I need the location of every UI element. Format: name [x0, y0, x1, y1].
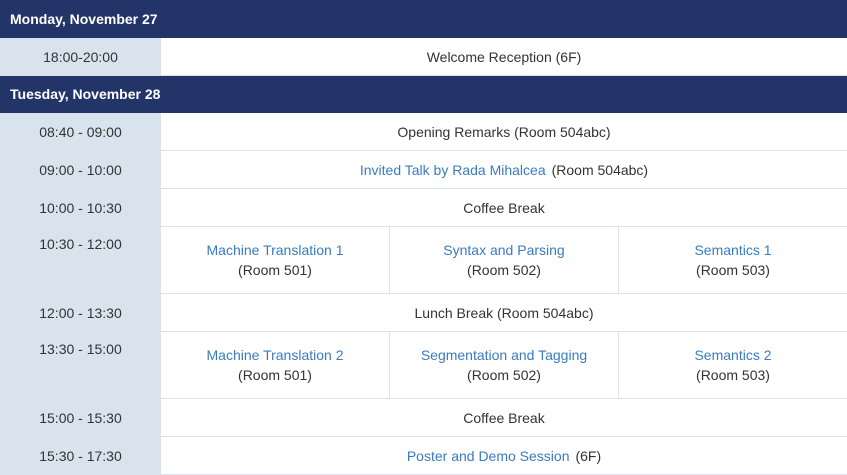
session-cell: Semantics 1 (Room 503): [619, 227, 847, 294]
session-link-segmentation-and-tagging[interactable]: Segmentation and Tagging: [421, 347, 587, 363]
event-cell: Welcome Reception (6F): [161, 38, 847, 76]
time-cell: 13:30 - 15:00: [1, 332, 161, 399]
schedule-row: 18:00-20:00 Welcome Reception (6F): [1, 38, 847, 76]
session-link-syntax-and-parsing[interactable]: Syntax and Parsing: [443, 242, 564, 258]
schedule-row: 12:00 - 13:30 Lunch Break (Room 504abc): [1, 294, 847, 332]
session-link-machine-translation-2[interactable]: Machine Translation 2: [207, 347, 344, 363]
time-cell: 12:00 - 13:30: [1, 294, 161, 332]
event-room: (6F): [575, 448, 601, 464]
session-room: (Room 501): [161, 262, 389, 278]
session-room: (Room 502): [390, 367, 618, 383]
session-room: (Room 503): [619, 367, 847, 383]
time-cell: 18:00-20:00: [1, 38, 161, 76]
event-cell: Lunch Break (Room 504abc): [161, 294, 847, 332]
schedule-row: 10:30 - 12:00 Machine Translation 1 (Roo…: [1, 227, 847, 294]
time-cell: 08:40 - 09:00: [1, 113, 161, 151]
day-header-row: Monday, November 27: [1, 1, 847, 38]
time-cell: 15:00 - 15:30: [1, 399, 161, 437]
time-cell: 10:00 - 10:30: [1, 189, 161, 227]
session-link-semantics-1[interactable]: Semantics 1: [694, 242, 771, 258]
event-cell: Invited Talk by Rada Mihalcea (Room 504ab…: [161, 151, 847, 189]
schedule-row: 15:00 - 15:30 Coffee Break: [1, 399, 847, 437]
event-cell: Poster and Demo Session (6F): [161, 437, 847, 475]
session-link-semantics-2[interactable]: Semantics 2: [694, 347, 771, 363]
schedule-row: 15:30 - 17:30 Poster and Demo Session (6F…: [1, 437, 847, 475]
day-header-tuesday: Tuesday, November 28: [1, 76, 847, 113]
session-cell: Semantics 2 (Room 503): [619, 332, 847, 399]
schedule-row: 09:00 - 10:00 Invited Talk by Rada Mihal…: [1, 151, 847, 189]
event-cell: Opening Remarks (Room 504abc): [161, 113, 847, 151]
session-cell: Syntax and Parsing (Room 502): [390, 227, 619, 294]
schedule-table: Monday, November 27 18:00-20:00 Welcome …: [0, 0, 847, 475]
event-cell: Coffee Break: [161, 399, 847, 437]
event-room: (Room 504abc): [552, 162, 649, 178]
session-room: (Room 502): [390, 262, 618, 278]
time-cell: 09:00 - 10:00: [1, 151, 161, 189]
poster-session-link[interactable]: Poster and Demo Session: [407, 448, 570, 464]
schedule-row: 13:30 - 15:00 Machine Translation 2 (Roo…: [1, 332, 847, 399]
time-cell: 15:30 - 17:30: [1, 437, 161, 475]
day-header-row: Tuesday, November 28: [1, 76, 847, 113]
event-cell: Coffee Break: [161, 189, 847, 227]
session-cell: Machine Translation 1 (Room 501): [161, 227, 390, 294]
session-link-machine-translation-1[interactable]: Machine Translation 1: [207, 242, 344, 258]
schedule-row: 10:00 - 10:30 Coffee Break: [1, 189, 847, 227]
time-cell: 10:30 - 12:00: [1, 227, 161, 294]
day-header-monday: Monday, November 27: [1, 1, 847, 38]
schedule-row: 08:40 - 09:00 Opening Remarks (Room 504a…: [1, 113, 847, 151]
invited-talk-link[interactable]: Invited Talk by Rada Mihalcea: [360, 162, 546, 178]
session-cell: Segmentation and Tagging (Room 502): [390, 332, 619, 399]
session-cell: Machine Translation 2 (Room 501): [161, 332, 390, 399]
session-room: (Room 501): [161, 367, 389, 383]
session-room: (Room 503): [619, 262, 847, 278]
